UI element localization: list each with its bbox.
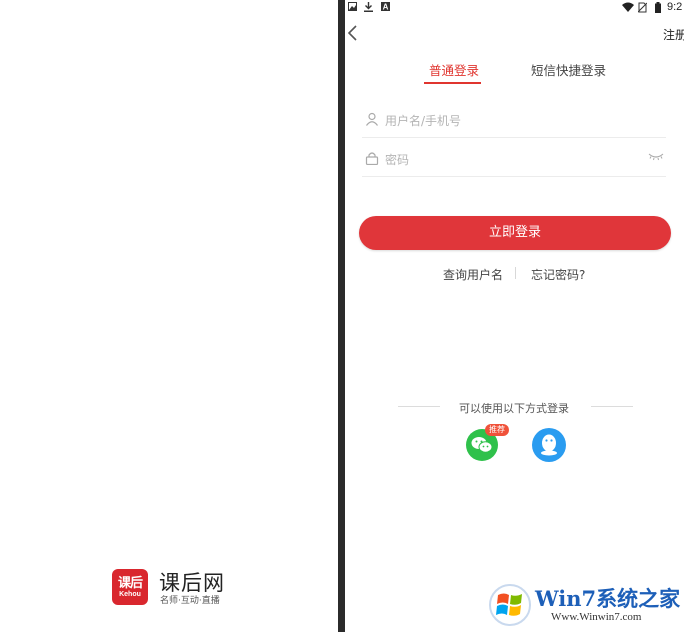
- link-separator: [515, 267, 516, 279]
- status-bar: A 9:2: [345, 0, 684, 16]
- tab-normal-login[interactable]: 普通登录: [429, 60, 479, 79]
- brand-slogan: 名师·互动·直播: [160, 596, 220, 606]
- image-icon: [348, 2, 357, 11]
- status-time: 9:2: [667, 1, 683, 13]
- download-icon: [364, 2, 373, 12]
- register-link[interactable]: 注册: [663, 26, 684, 43]
- user-icon: [366, 112, 378, 126]
- other-login-line-right: [591, 406, 633, 407]
- login-screen: A 9:2 注册 普通登录 短信快捷登录 用户名/手机号 密码 立即登录 查询用…: [345, 0, 684, 632]
- app-logo: 课后 Kehou: [112, 569, 148, 605]
- login-button[interactable]: 立即登录: [359, 216, 671, 250]
- no-sim-icon: [638, 2, 647, 13]
- tab-sms-login[interactable]: 短信快捷登录: [531, 60, 606, 79]
- windows-logo-icon: [489, 584, 531, 626]
- query-username-link[interactable]: 查询用户名: [443, 266, 503, 283]
- svg-text:A: A: [383, 3, 389, 12]
- wifi-icon: [622, 2, 634, 12]
- active-tab-indicator: [424, 82, 481, 84]
- username-underline: [362, 137, 666, 138]
- back-arrow-icon[interactable]: [346, 24, 360, 42]
- password-input[interactable]: 密码: [385, 151, 409, 168]
- screen-divider: [338, 0, 345, 632]
- qq-penguin-icon: [541, 434, 557, 456]
- battery-icon: [655, 2, 661, 13]
- watermark-url: Www.Winwin7.com: [551, 611, 642, 623]
- eye-closed-icon[interactable]: [648, 151, 664, 161]
- splash-screen: 课后 Kehou 课后网 名师·互动·直播: [0, 0, 338, 632]
- forgot-password-link[interactable]: 忘记密码?: [531, 266, 585, 283]
- logo-chinese-text: 课后: [117, 576, 143, 591]
- other-login-title: 可以使用以下方式登录: [459, 402, 569, 415]
- qq-login-button[interactable]: [532, 428, 566, 462]
- logo-english-text: Kehou: [119, 591, 141, 598]
- recommend-badge: 推荐: [485, 424, 509, 436]
- other-login-line-left: [398, 406, 440, 407]
- lock-icon: [365, 152, 379, 165]
- username-input[interactable]: 用户名/手机号: [385, 112, 461, 129]
- a-icon: A: [381, 2, 390, 11]
- password-underline: [362, 176, 666, 177]
- watermark-title: Win7系统之家: [535, 586, 681, 611]
